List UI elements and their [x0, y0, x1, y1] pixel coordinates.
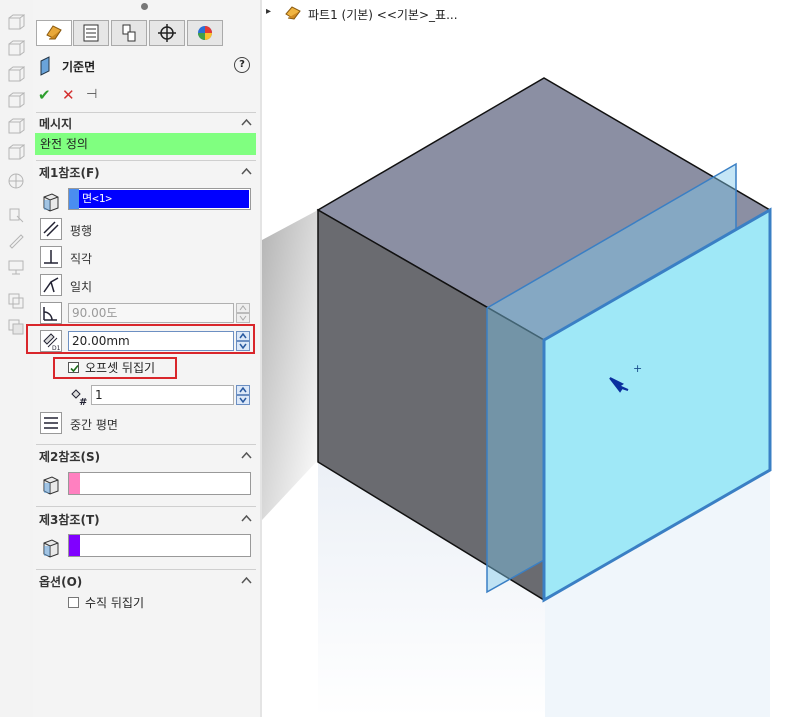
mid-plane-label: 중간 평면 [70, 418, 118, 432]
view-box-icon[interactable] [7, 92, 25, 110]
first-reference-swatch [69, 189, 79, 209]
perpendicular-button[interactable] [40, 246, 62, 268]
collapse-caret-icon[interactable] [241, 450, 252, 461]
cancel-button[interactable]: ✕ [62, 86, 75, 104]
edit-tool-icon[interactable] [7, 232, 25, 250]
plane-feature-icon [40, 56, 50, 76]
copy-tool-icon[interactable] [7, 292, 25, 310]
instance-count-icon: # [71, 389, 87, 407]
section-divider [36, 160, 256, 161]
graphics-viewport[interactable]: ▸ 파트1 (기본) <<기본>_표... + [262, 0, 810, 717]
second-reference-swatch [69, 473, 80, 494]
origin-crosshair: + [633, 362, 642, 375]
feature-tree-icon [46, 25, 62, 40]
view-box-icon[interactable] [7, 66, 25, 84]
paste-tool-icon[interactable] [7, 318, 25, 336]
tab-configuration-manager[interactable] [111, 20, 147, 46]
third-reference-title: 제3참조(T) [39, 513, 100, 527]
svg-text:#: # [79, 397, 87, 407]
count-spinner-icon[interactable] [236, 385, 250, 405]
view-box-icon[interactable] [7, 40, 25, 58]
collapse-caret-icon[interactable] [241, 117, 252, 128]
view-box-icon[interactable] [7, 144, 25, 162]
feature-title: 기준면 [62, 60, 96, 74]
pin-button[interactable]: ⊣ [86, 87, 97, 102]
flip-normal-label: 수직 뒤집기 [85, 596, 145, 610]
perpendicular-label: 직각 [70, 252, 93, 266]
tab-feature-manager[interactable] [36, 20, 72, 46]
cube-shadow [262, 210, 318, 520]
parallel-label: 평행 [70, 224, 93, 238]
second-reference-title: 제2참조(S) [39, 450, 101, 464]
instance-count-input[interactable]: 1 [91, 385, 234, 405]
collapse-caret-icon[interactable] [241, 513, 252, 524]
panel-grip[interactable] [141, 3, 148, 10]
angle-icon [43, 307, 57, 321]
parallel-icon [43, 221, 59, 237]
second-reference-selection-box[interactable] [68, 472, 251, 495]
view-box-icon[interactable] [7, 118, 25, 136]
section-divider [36, 569, 256, 570]
first-reference-selection-box[interactable]: 면<1> [68, 188, 251, 210]
message-section-title: 메시지 [39, 117, 73, 131]
property-list-icon [83, 24, 99, 42]
coincident-label: 일치 [70, 280, 93, 294]
first-reference-title: 제1참조(F) [39, 166, 100, 180]
mid-plane-button[interactable] [40, 412, 62, 434]
isometric-view-icon[interactable] [7, 172, 25, 190]
parallel-button[interactable] [40, 218, 62, 240]
perpendicular-icon [44, 250, 58, 264]
flip-normal-checkbox[interactable] [68, 597, 79, 608]
collapse-caret-icon[interactable] [241, 166, 252, 177]
collapse-caret-icon[interactable] [241, 575, 252, 586]
coincident-icon [43, 277, 59, 293]
offset-highlight-box [26, 324, 255, 354]
angle-spinner-icon[interactable] [236, 303, 250, 323]
face-reference-icon [43, 193, 59, 212]
section-divider [36, 506, 256, 507]
tab-display-manager[interactable] [187, 20, 223, 46]
view-box-icon[interactable] [7, 14, 25, 32]
help-button[interactable]: ? [234, 57, 250, 73]
face-reference-icon [43, 476, 59, 495]
message-status-box: 완전 정의 [35, 133, 256, 155]
ok-button[interactable]: ✔ [38, 86, 51, 104]
coincident-button[interactable] [40, 274, 62, 296]
property-manager: 기준면 ? ✔ ✕ ⊣ 메시지 완전 정의 제1참조(F) 면<1> 평행 직각… [26, 0, 260, 717]
mid-plane-icon [44, 417, 58, 429]
appearance-pie-icon [198, 26, 212, 40]
left-toolbar [0, 0, 34, 717]
section-divider [36, 444, 256, 445]
display-tool-icon[interactable] [7, 258, 25, 276]
tab-property-manager[interactable] [73, 20, 109, 46]
tab-dimxpert-manager[interactable] [149, 20, 185, 46]
crosshair-icon [158, 24, 176, 42]
third-reference-swatch [69, 535, 80, 556]
face-reference-icon [43, 539, 59, 558]
configuration-icon [122, 24, 136, 42]
angle-input[interactable]: 90.00도 [68, 303, 234, 323]
options-section-title: 옵션(O) [39, 575, 83, 589]
flip-offset-highlight-box [53, 357, 177, 379]
first-reference-selected-item[interactable]: 면<1> [79, 190, 249, 208]
model-scene[interactable]: + [262, 0, 810, 717]
section-divider [36, 112, 256, 113]
angle-button[interactable] [40, 302, 62, 324]
sketch-tool-icon[interactable] [7, 206, 25, 224]
third-reference-selection-box[interactable] [68, 534, 251, 557]
